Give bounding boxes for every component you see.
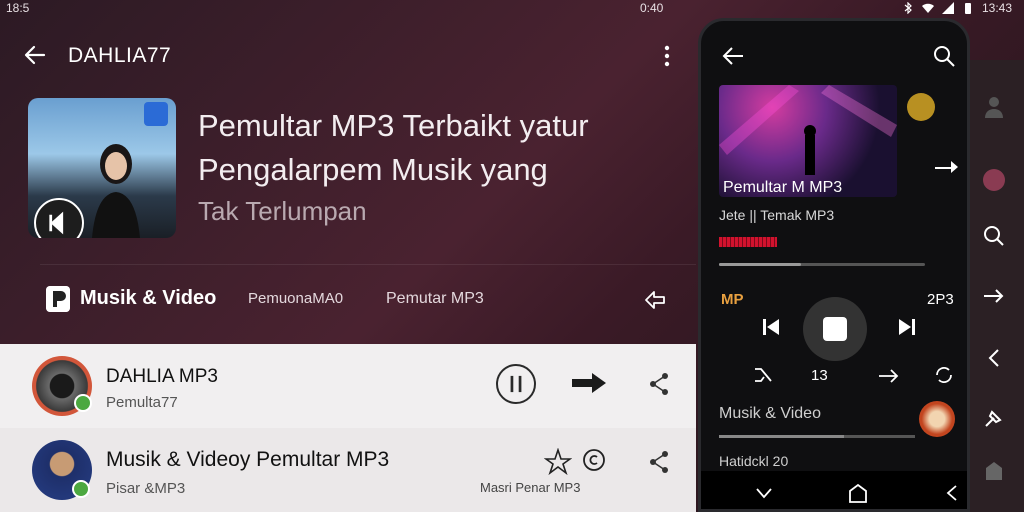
online-indicator	[72, 480, 90, 498]
play-logo-icon[interactable]	[34, 198, 84, 238]
status-time-left: 18:5	[6, 1, 30, 15]
chevron-left-icon[interactable]	[982, 346, 1006, 370]
search-icon[interactable]	[982, 224, 1006, 248]
previous-track-icon[interactable]	[761, 317, 781, 337]
phone-secondary-progress[interactable]	[719, 435, 915, 438]
track-list: DAHLIA MP3 Pemulta77 Musik & Videoy Pemu…	[0, 344, 696, 512]
phone-track-subtitle: Jete || Temak MP3	[719, 207, 835, 223]
tab-row: Musik & Video PemuonaMA0 Pemutar MP3	[0, 280, 696, 320]
star-icon[interactable]	[544, 448, 572, 476]
main-header: DAHLIA77	[0, 30, 696, 82]
status-right: 13:43	[902, 1, 1012, 15]
repeat-icon[interactable]	[753, 367, 773, 383]
status-time-right: 13:43	[981, 1, 1012, 15]
share-arrow-icon[interactable]	[933, 159, 959, 179]
stop-button[interactable]	[803, 297, 867, 361]
list-item-title: Musik & Videoy Pemultar MP3	[106, 448, 390, 471]
forward-arrow-icon[interactable]	[570, 372, 608, 394]
divider	[40, 264, 696, 265]
album-art[interactable]	[28, 98, 176, 238]
phone-progress-bar[interactable]	[719, 263, 925, 266]
wifi-icon	[921, 3, 934, 13]
phone-header	[701, 21, 967, 81]
list-item[interactable]: Musik & Videoy Pemultar MP3 Pisar &MP3 M…	[0, 428, 696, 512]
search-icon[interactable]	[933, 45, 955, 67]
list-item[interactable]: DAHLIA MP3 Pemulta77	[0, 344, 696, 428]
hero-headline-line2: Pengalarpem Musik yang	[198, 152, 548, 187]
phone-thumbnail[interactable]	[919, 401, 955, 437]
phone-count: 13	[811, 367, 828, 384]
music-badge-icon[interactable]	[907, 93, 935, 121]
user-icon[interactable]	[982, 94, 1006, 118]
pin-icon[interactable]	[982, 406, 1006, 430]
phone-nav-bar	[701, 471, 967, 509]
list-item-subtitle: Pemulta77	[106, 394, 178, 411]
loop-icon[interactable]	[933, 365, 955, 385]
more-options-icon[interactable]	[660, 44, 674, 68]
tab-musik-video[interactable]: Musik & Video	[80, 287, 216, 310]
nav-recents-icon[interactable]	[941, 483, 963, 503]
share-icon[interactable]	[648, 372, 670, 396]
phone-footer-text: Hatidckl 20	[719, 453, 789, 469]
tab-second[interactable]: PemuonaMA0	[248, 290, 343, 307]
phone-logo-text: MP	[721, 291, 744, 308]
online-indicator	[74, 394, 92, 412]
progress-fill	[719, 263, 802, 266]
home-rail-icon[interactable]	[982, 458, 1006, 482]
hero-headline-line1: Pemultar MP3 Terbaikt yatur	[198, 108, 589, 143]
list-item-subtitle: Pisar &MP3	[106, 480, 186, 497]
page-title: DAHLIA77	[68, 44, 172, 67]
bluetooth-icon	[904, 2, 912, 14]
phone-track-title: Pemultar M MP3	[723, 179, 843, 196]
next-track-icon[interactable]	[897, 317, 917, 337]
back-arrow-icon[interactable]	[22, 42, 48, 68]
profile-icon[interactable]	[982, 168, 1006, 192]
progress-fill	[719, 435, 845, 438]
arrow-right-icon[interactable]	[982, 284, 1006, 308]
battery-icon	[964, 3, 971, 14]
share-icon[interactable]	[648, 450, 670, 474]
hero-subline: Tak Terlumpan	[198, 196, 367, 226]
phone-time-label: 2P3	[927, 291, 954, 308]
shuffle-icon[interactable]	[877, 367, 901, 385]
phone-red-indicator	[719, 237, 777, 247]
nav-back-icon[interactable]	[753, 483, 775, 503]
refresh-icon[interactable]	[582, 448, 606, 472]
app-logo-icon	[46, 286, 70, 312]
list-item-caption: Masri Penar MP3	[480, 480, 581, 495]
nav-home-icon[interactable]	[847, 483, 869, 503]
share-icon[interactable]	[642, 288, 668, 312]
phone-mockup: Pemultar M MP3 Jete || Temak MP3 MP 2P3 …	[698, 18, 970, 512]
status-bar: 18:5 0:40 13:43	[0, 0, 1024, 20]
list-item-title: DAHLIA MP3	[106, 366, 218, 387]
signal-icon	[941, 2, 954, 14]
side-rail	[970, 60, 1024, 512]
tab-pemutar-mp3[interactable]: Pemutar MP3	[386, 290, 484, 308]
album-badge-icon	[144, 102, 168, 126]
back-arrow-icon[interactable]	[721, 45, 745, 67]
hero-headline: Pemultar MP3 Terbaikt yatur Pengalarpem …	[198, 104, 678, 192]
pause-button[interactable]	[496, 364, 536, 404]
phone-category-label: Musik & Video	[719, 405, 821, 422]
status-center-text: 0:40	[640, 1, 664, 15]
artist-photo	[92, 144, 140, 238]
